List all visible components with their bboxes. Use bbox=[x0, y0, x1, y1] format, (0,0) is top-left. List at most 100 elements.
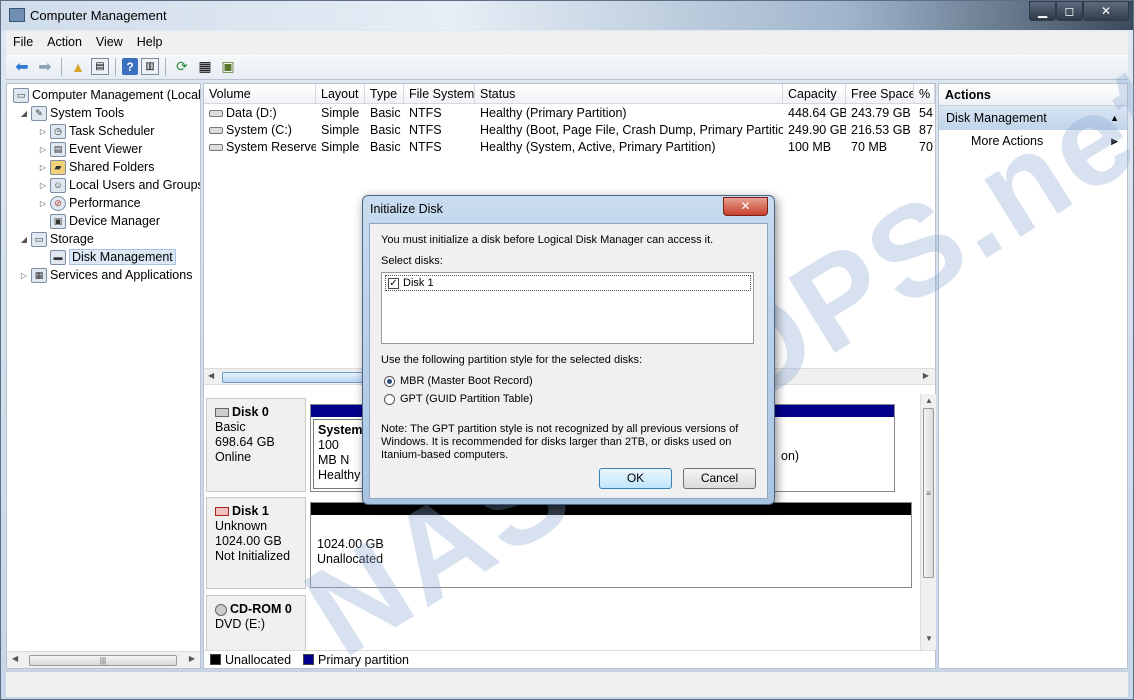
collapsed-triangle-icon[interactable]: ▷ bbox=[38, 181, 48, 190]
minimize-button[interactable]: ▁ bbox=[1029, 1, 1056, 21]
disk-selection-list[interactable]: ✓ Disk 1 bbox=[381, 272, 754, 344]
volume-cell: System Reserved bbox=[204, 139, 316, 156]
file-system-cell: NTFS bbox=[409, 106, 442, 120]
wizard-icon[interactable]: ▣ bbox=[218, 57, 238, 77]
disk-1-label[interactable]: Disk 1 Unknown 1024.00 GB Not Initialize… bbox=[206, 497, 306, 589]
tree-root-computer-management[interactable]: ▭ Computer Management (Local bbox=[11, 86, 200, 104]
scroll-right-icon[interactable]: ▶ bbox=[923, 371, 929, 380]
navigation-tree: ▭ Computer Management (Local ◢ ✎ System … bbox=[6, 83, 201, 669]
collapsed-triangle-icon[interactable]: ▷ bbox=[38, 199, 48, 208]
toolbar-separator bbox=[165, 57, 166, 76]
tree-item-system-tools[interactable]: ◢ ✎ System Tools bbox=[19, 104, 124, 122]
collapsed-triangle-icon[interactable]: ▷ bbox=[19, 271, 29, 280]
column-type[interactable]: Type bbox=[365, 84, 404, 104]
partition-status-fragment: on) bbox=[781, 449, 800, 463]
ok-button[interactable]: OK bbox=[599, 468, 672, 489]
back-arrow-icon[interactable]: ⬅ bbox=[12, 57, 32, 77]
collapsed-triangle-icon[interactable]: ▷ bbox=[38, 163, 48, 172]
capacity-cell: 249.90 GB bbox=[788, 123, 846, 137]
system-reserved-partition[interactable]: System 100 MB N Healthy bbox=[313, 419, 365, 489]
collapse-up-icon[interactable]: ▲ bbox=[1110, 106, 1119, 130]
tree-item-storage[interactable]: ◢ ▭ Storage bbox=[19, 230, 94, 248]
tree-item-local-users-and-groups[interactable]: ▷ ☺ Local Users and Groups bbox=[38, 176, 200, 194]
volume-list-header: Volume Layout Type File System Status Ca… bbox=[204, 84, 935, 104]
cdrom-0-label[interactable]: CD-ROM 0 DVD (E:) bbox=[206, 595, 306, 650]
status-bar bbox=[6, 671, 1128, 697]
scroll-left-icon[interactable]: ◀ bbox=[208, 371, 214, 380]
tree-item-task-scheduler[interactable]: ▷ ◷ Task Scheduler bbox=[38, 122, 154, 140]
up-folder-icon[interactable]: ▲ bbox=[68, 57, 88, 77]
disk-legend: Unallocated Primary partition bbox=[204, 650, 935, 668]
partition-style-label: Use the following partition style for th… bbox=[381, 354, 643, 366]
show-hide-tree-icon[interactable]: ▤ bbox=[91, 58, 109, 75]
dialog-close-button[interactable]: ✕ bbox=[723, 197, 768, 216]
free-space-cell: 216.53 GB bbox=[851, 123, 911, 137]
dialog-title: Initialize Disk bbox=[370, 202, 443, 216]
collapsed-triangle-icon[interactable]: ▷ bbox=[38, 145, 48, 154]
column-percent-free[interactable]: % bbox=[914, 84, 935, 104]
radio-selected-icon[interactable] bbox=[384, 375, 395, 387]
scroll-left-icon[interactable]: ◀ bbox=[12, 654, 18, 663]
status-cell: Healthy (Primary Partition) bbox=[480, 106, 627, 120]
radio-unselected-icon[interactable] bbox=[384, 393, 395, 405]
menu-help[interactable]: Help bbox=[130, 35, 170, 49]
actions-section-disk-management[interactable]: Disk Management ▲ bbox=[939, 106, 1127, 130]
shared-folder-icon: ▰ bbox=[50, 159, 66, 175]
percent-free-cell: 87 bbox=[919, 123, 933, 137]
menu-file[interactable]: File bbox=[6, 35, 40, 49]
scrollbar-thumb[interactable]: ≡ bbox=[923, 408, 934, 578]
maximize-button[interactable]: ◻ bbox=[1056, 1, 1083, 21]
column-capacity[interactable]: Capacity bbox=[783, 84, 846, 104]
legend-unallocated: Unallocated bbox=[225, 652, 292, 667]
refresh-icon[interactable]: ⟳ bbox=[172, 57, 192, 77]
forward-arrow-icon[interactable]: ➡ bbox=[35, 57, 55, 77]
expanded-triangle-icon[interactable]: ◢ bbox=[19, 109, 29, 118]
properties-icon[interactable]: ▦ bbox=[195, 57, 215, 77]
checkbox-checked-icon[interactable]: ✓ bbox=[388, 277, 399, 289]
menu-action[interactable]: Action bbox=[40, 35, 89, 49]
cancel-button[interactable]: Cancel bbox=[683, 468, 756, 489]
tree-item-disk-management[interactable]: ▬ Disk Management bbox=[48, 248, 176, 266]
tree-item-device-manager[interactable]: ▣ Device Manager bbox=[48, 212, 160, 230]
mbr-radio[interactable]: MBR (Master Boot Record) bbox=[384, 375, 533, 387]
table-row[interactable]: Data (D:) Simple Basic NTFS Healthy (Pri… bbox=[204, 105, 935, 122]
layout-cell: Simple bbox=[321, 123, 360, 137]
table-row[interactable]: System Reserved Simple Basic NTFS Health… bbox=[204, 139, 935, 156]
free-space-cell: 243.79 GB bbox=[851, 106, 911, 120]
tree-item-event-viewer[interactable]: ▷ ▤ Event Viewer bbox=[38, 140, 142, 158]
disk-1-unallocated-region[interactable]: 1024.00 GB Unallocated bbox=[310, 502, 912, 588]
menu-view[interactable]: View bbox=[89, 35, 130, 49]
scroll-right-icon[interactable]: ▶ bbox=[189, 654, 195, 663]
window-title: Computer Management bbox=[30, 8, 167, 23]
volume-cell: System (C:) bbox=[204, 122, 316, 139]
percent-free-cell: 54 bbox=[919, 106, 933, 120]
list-item[interactable]: ✓ Disk 1 bbox=[385, 275, 751, 291]
close-button[interactable]: ✕ bbox=[1083, 1, 1129, 21]
column-file-system[interactable]: File System bbox=[404, 84, 475, 104]
scroll-up-icon[interactable]: ▲ bbox=[925, 396, 933, 405]
disk-0-label[interactable]: Disk 0 Basic 698.64 GB Online bbox=[206, 398, 306, 492]
tree-item-performance[interactable]: ▷ ⊘ Performance bbox=[38, 194, 141, 212]
column-status[interactable]: Status bbox=[475, 84, 783, 104]
show-hide-action-pane-icon[interactable]: ▥ bbox=[141, 58, 159, 75]
disk-view-vertical-scrollbar[interactable]: ▲ ≡ ▼ bbox=[920, 394, 936, 650]
device-manager-icon: ▣ bbox=[50, 213, 66, 229]
column-free-space[interactable]: Free Space bbox=[846, 84, 914, 104]
table-row[interactable]: System (C:) Simple Basic NTFS Healthy (B… bbox=[204, 122, 935, 139]
column-layout[interactable]: Layout bbox=[316, 84, 365, 104]
toolbar-separator bbox=[61, 57, 62, 76]
expanded-triangle-icon[interactable]: ◢ bbox=[19, 235, 29, 244]
file-system-cell: NTFS bbox=[409, 140, 442, 154]
gpt-radio[interactable]: GPT (GUID Partition Table) bbox=[384, 393, 533, 405]
title-bar[interactable]: Computer Management ▁ ◻ ✕ bbox=[1, 1, 1133, 30]
column-volume[interactable]: Volume bbox=[204, 84, 316, 104]
collapsed-triangle-icon[interactable]: ▷ bbox=[38, 127, 48, 136]
help-icon[interactable]: ? bbox=[122, 58, 138, 75]
users-icon: ☺ bbox=[50, 177, 66, 193]
scroll-down-icon[interactable]: ▼ bbox=[925, 634, 933, 643]
scrollbar-thumb[interactable]: ||| bbox=[29, 655, 177, 666]
more-actions-item[interactable]: More Actions ▶ bbox=[939, 130, 1127, 152]
tree-horizontal-scrollbar[interactable]: ◀ ||| ▶ bbox=[7, 651, 200, 668]
tree-item-shared-folders[interactable]: ▷ ▰ Shared Folders bbox=[38, 158, 154, 176]
tree-item-services-and-applications[interactable]: ▷ ▦ Services and Applications bbox=[19, 266, 192, 284]
